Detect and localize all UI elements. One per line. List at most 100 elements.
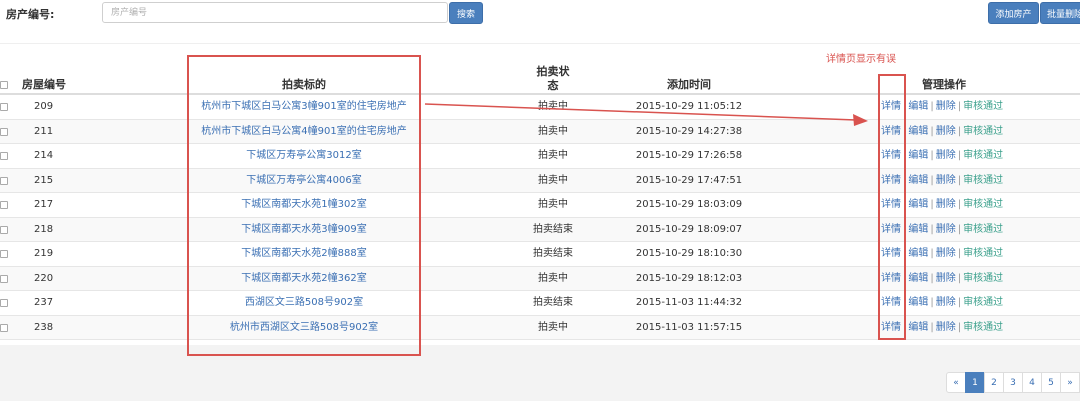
delete-link[interactable]: 删除 <box>936 297 956 308</box>
search-label: 房产编号: <box>6 8 55 21</box>
approve-link[interactable]: 审核通过 <box>963 101 1003 112</box>
approve-link[interactable]: 审核通过 <box>963 175 1003 186</box>
row-checkbox[interactable] <box>0 299 8 307</box>
annotation-box-detail-column <box>878 74 906 340</box>
table-row: 238 杭州市西湖区文三路508号902室 拍卖中 2015-11-03 11:57:… <box>0 315 1080 340</box>
house-id-search-input[interactable] <box>102 2 448 23</box>
pagination-prev[interactable]: « <box>946 372 966 393</box>
delete-link[interactable]: 删除 <box>936 224 956 235</box>
auction-status-cell: 拍卖中 <box>538 125 568 137</box>
house-id-cell: 218 <box>34 223 54 235</box>
table-row: 237 西湖区文三路508号902室 拍卖结束 2015-11-03 11:44:32… <box>0 291 1080 316</box>
row-checkbox[interactable] <box>0 225 8 234</box>
delete-link[interactable]: 删除 <box>936 199 956 210</box>
approve-link[interactable]: 审核通过 <box>963 224 1003 235</box>
op-separator: | <box>930 223 934 235</box>
added-time-cell: 2015-10-29 18:03:09 <box>635 199 743 210</box>
approve-link[interactable]: 审核通过 <box>963 322 1003 333</box>
approve-link[interactable]: 审核通过 <box>963 126 1003 137</box>
auction-status-cell: 拍卖中 <box>538 174 568 186</box>
row-checkbox[interactable] <box>0 323 8 332</box>
op-separator: | <box>930 174 934 186</box>
approve-link[interactable]: 审核通过 <box>963 199 1003 210</box>
pagination-next[interactable]: » <box>1060 372 1080 393</box>
op-separator: | <box>930 125 934 137</box>
header-added-time: 添加时间 <box>667 78 711 91</box>
edit-link[interactable]: 编辑 <box>908 297 928 308</box>
op-separator: | <box>930 297 934 308</box>
approve-link[interactable]: 审核通过 <box>963 150 1003 161</box>
pagination-page[interactable]: 5 <box>1041 372 1061 393</box>
pagination-page[interactable]: 4 <box>1022 372 1042 393</box>
search-button[interactable]: 搜索 <box>449 2 483 24</box>
add-house-button[interactable]: 添加房产 <box>988 2 1039 24</box>
auction-status-cell: 拍卖中 <box>538 321 568 333</box>
pagination-page[interactable]: 2 <box>984 372 1004 393</box>
house-id-cell: 220 <box>34 272 54 284</box>
table-header: 房屋编号 拍卖标的 拍卖状 态 添加时间 管理操作 <box>0 56 1080 95</box>
added-time-cell: 2015-10-29 14:27:38 <box>635 125 743 137</box>
delete-link[interactable]: 删除 <box>936 175 956 186</box>
op-separator: | <box>957 150 962 161</box>
row-checkbox[interactable] <box>0 176 8 185</box>
batch-delete-button[interactable]: 批量删除 <box>1040 2 1080 24</box>
row-checkbox[interactable] <box>0 152 8 160</box>
auction-status-cell: 拍卖结束 <box>533 248 573 259</box>
select-all-checkbox[interactable] <box>0 81 8 89</box>
op-separator: | <box>957 199 962 210</box>
row-checkbox[interactable] <box>0 250 8 258</box>
row-checkbox[interactable] <box>0 201 8 209</box>
added-time-cell: 2015-11-03 11:44:32 <box>635 297 743 308</box>
approve-link[interactable]: 审核通过 <box>963 297 1003 308</box>
table-row: 218 下城区南都天水苑3幢909室 拍卖结束 2015-10-29 18:09:07… <box>0 217 1080 242</box>
house-id-cell: 238 <box>34 321 54 333</box>
house-id-cell: 237 <box>34 297 54 308</box>
delete-link[interactable]: 删除 <box>936 322 956 333</box>
op-separator: | <box>930 150 934 161</box>
edit-link[interactable]: 编辑 <box>908 199 928 210</box>
op-separator: | <box>957 272 962 284</box>
row-checkbox[interactable] <box>0 127 8 136</box>
auction-status-cell: 拍卖中 <box>538 199 568 210</box>
added-time-cell: 2015-10-29 17:26:58 <box>635 150 743 161</box>
delete-link[interactable]: 删除 <box>936 150 956 161</box>
pagination: «1 2 3 4 5» <box>946 372 1080 393</box>
delete-link[interactable]: 删除 <box>936 273 956 284</box>
op-separator: | <box>957 248 962 259</box>
approve-link[interactable]: 审核通过 <box>963 273 1003 284</box>
edit-link[interactable]: 编辑 <box>908 101 928 112</box>
op-separator: | <box>957 174 962 186</box>
search-bar: 房产编号: 搜索 添加房产 批量删除 <box>0 0 1080 44</box>
table-row: 220 下城区南都天水苑2幢362室 拍卖中 2015-10-29 18:12:03 详… <box>0 266 1080 291</box>
added-time-cell: 2015-10-29 17:47:51 <box>635 174 743 186</box>
edit-link[interactable]: 编辑 <box>908 126 928 137</box>
header-divider <box>0 43 1080 44</box>
house-id-cell: 217 <box>34 199 54 210</box>
header-management-ops: 管理操作 <box>922 78 966 91</box>
op-separator: | <box>930 101 934 112</box>
edit-link[interactable]: 编辑 <box>908 248 928 259</box>
auction-status-cell: 拍卖结束 <box>533 223 573 235</box>
row-checkbox[interactable] <box>0 103 8 111</box>
edit-link[interactable]: 编辑 <box>908 322 928 333</box>
pagination-page[interactable]: 1 <box>965 372 985 393</box>
op-separator: | <box>957 125 962 137</box>
table-row: 217 下城区南都天水苑1幢302室 拍卖中 2015-10-29 18:03:09 详… <box>0 193 1080 218</box>
approve-link[interactable]: 审核通过 <box>963 248 1003 259</box>
op-separator: | <box>930 272 934 284</box>
added-time-cell: 2015-10-29 18:12:03 <box>635 272 743 284</box>
delete-link[interactable]: 删除 <box>936 248 956 259</box>
edit-link[interactable]: 编辑 <box>908 175 928 186</box>
edit-link[interactable]: 编辑 <box>908 150 928 161</box>
delete-link[interactable]: 删除 <box>936 126 956 137</box>
house-id-cell: 211 <box>34 125 54 137</box>
op-separator: | <box>957 223 962 235</box>
pagination-page[interactable]: 3 <box>1003 372 1023 393</box>
table-row: 211 杭州市下城区白马公寓4幢901室的住宅房地产 拍卖中 2015-10-29 1… <box>0 119 1080 144</box>
op-separator: | <box>930 321 934 333</box>
edit-link[interactable]: 编辑 <box>908 273 928 284</box>
delete-link[interactable]: 删除 <box>936 101 956 112</box>
edit-link[interactable]: 编辑 <box>908 224 928 235</box>
added-time-cell: 2015-11-03 11:57:15 <box>635 321 743 333</box>
row-checkbox[interactable] <box>0 274 8 283</box>
